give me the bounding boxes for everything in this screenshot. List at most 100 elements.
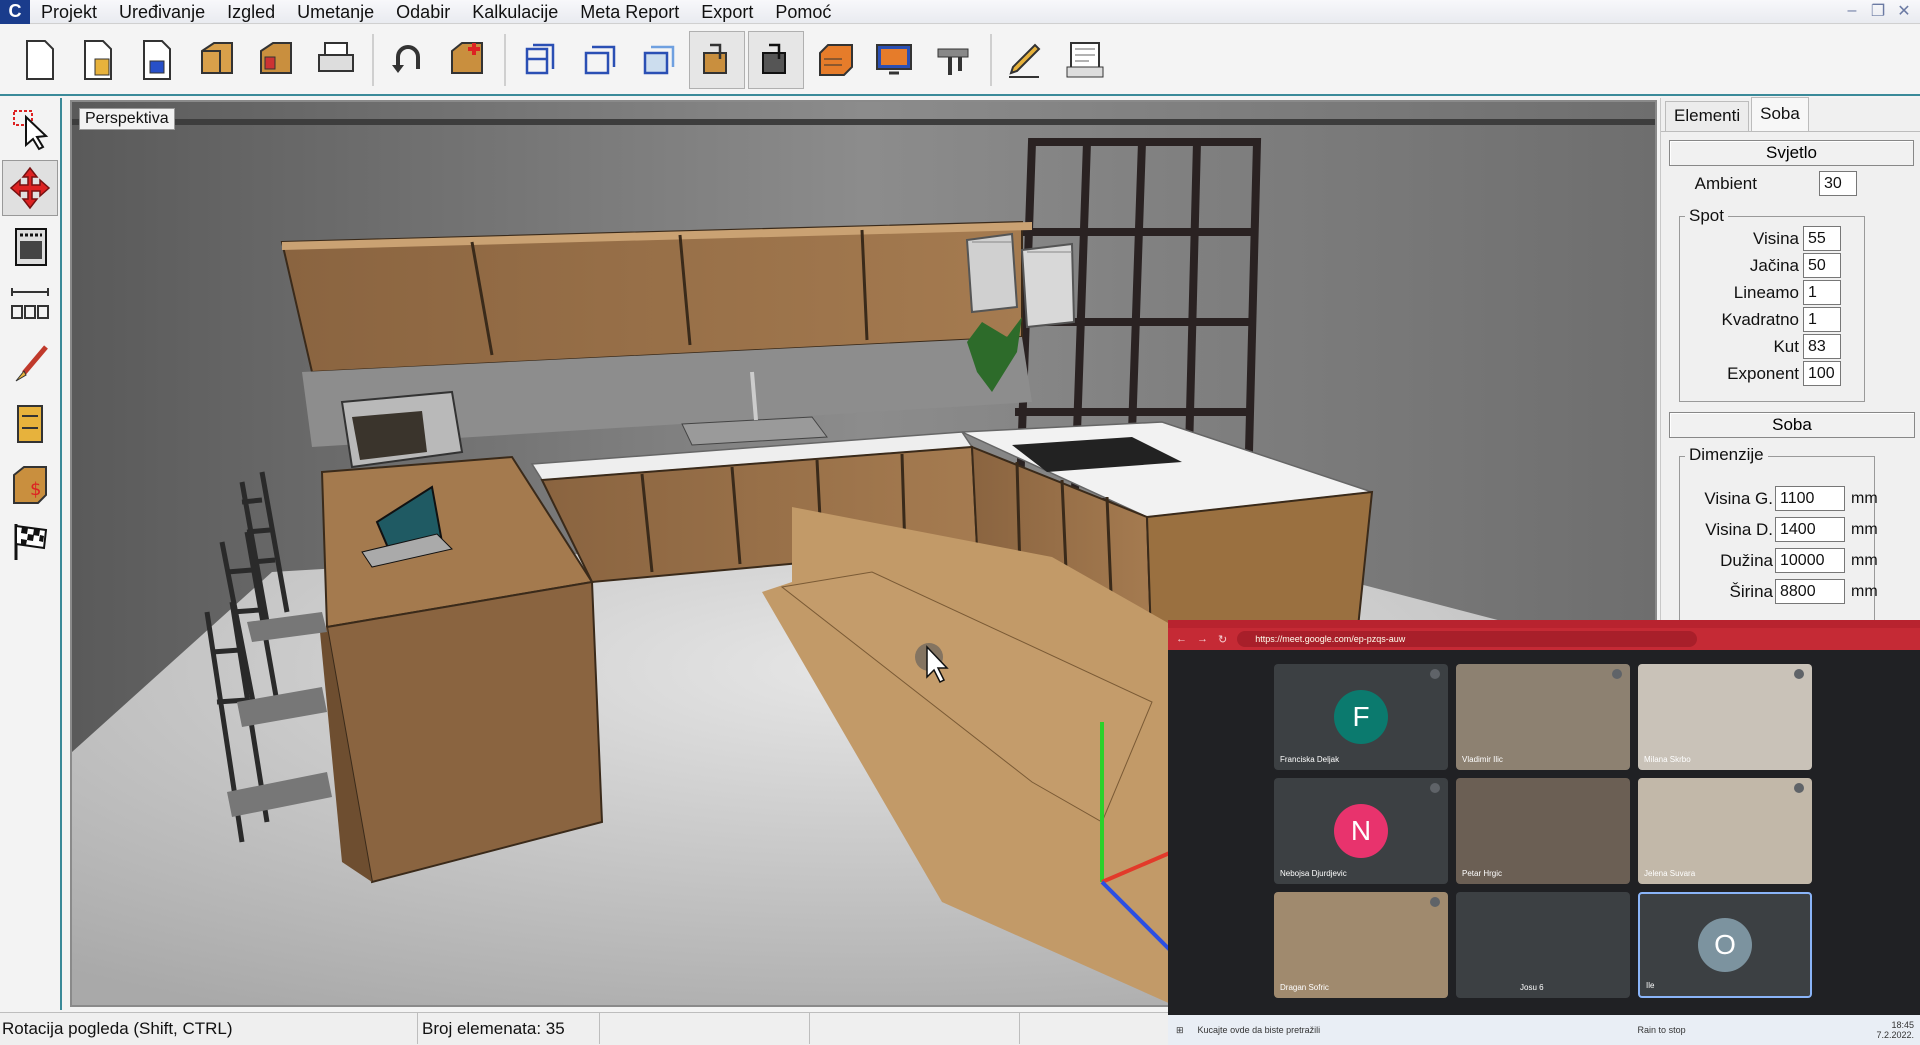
menu-umetanje[interactable]: Umetanje: [286, 0, 385, 24]
participant-tile[interactable]: Dragan Sofric: [1274, 892, 1448, 998]
menu-uredivanje[interactable]: Uređivanje: [108, 0, 216, 24]
menu-meta-report[interactable]: Meta Report: [569, 0, 690, 24]
price-box-icon[interactable]: $: [2, 455, 58, 511]
lineamo-input[interactable]: 1: [1803, 280, 1841, 305]
dimension-icon[interactable]: [2, 278, 58, 334]
kut-input[interactable]: 83: [1803, 334, 1841, 359]
tab-elementi[interactable]: Elementi: [1665, 101, 1750, 131]
open-file-icon[interactable]: [71, 31, 127, 89]
participant-tile[interactable]: Jelena Suvara: [1638, 778, 1812, 884]
ambient-input[interactable]: 30: [1819, 171, 1857, 196]
tab-soba[interactable]: Soba: [1751, 97, 1809, 131]
restore-button[interactable]: ❐: [1866, 0, 1890, 22]
view-top-icon[interactable]: [630, 31, 686, 89]
participant-name: Vladimir Ilic: [1462, 755, 1503, 764]
duzina-unit: mm: [1851, 552, 1878, 569]
minimize-button[interactable]: –: [1840, 0, 1864, 22]
mic-muted-icon: [1794, 783, 1804, 793]
visina-input[interactable]: 55: [1803, 226, 1841, 251]
avatar: F: [1334, 690, 1388, 744]
participant-name: Dragan Sofric: [1280, 983, 1329, 992]
participant-tile[interactable]: N Nebojsa Djurdjevic: [1274, 778, 1448, 884]
participant-name: Ile: [1646, 981, 1655, 990]
drawer-icon[interactable]: [807, 31, 863, 89]
view-side-icon[interactable]: [571, 31, 627, 89]
taskbar-search[interactable]: Kucajte ovde da biste pretražili: [1198, 1025, 1388, 1035]
kut-label: Kut: [1773, 337, 1799, 356]
cabinet-icon[interactable]: [189, 31, 245, 89]
visina-d-unit: mm: [1851, 521, 1878, 538]
oven-icon[interactable]: [2, 219, 58, 275]
browser-tabs: [1168, 620, 1920, 628]
sirina-label: Širina: [1729, 582, 1773, 601]
exponent-input[interactable]: 100: [1803, 361, 1841, 386]
mic-muted-icon: [1430, 897, 1440, 907]
kvadratno-input[interactable]: 1: [1803, 307, 1841, 332]
view-iso-icon[interactable]: [748, 30, 804, 89]
participant-tile[interactable]: F Franciska Deljak: [1274, 664, 1448, 770]
windows-start-icon[interactable]: ⊞: [1176, 1025, 1184, 1036]
undo-icon[interactable]: [380, 31, 436, 89]
status-hint: Rotacija pogleda (Shift, CTRL): [0, 1013, 418, 1044]
participant-tile[interactable]: O Ile: [1638, 892, 1812, 998]
tools-icon[interactable]: [925, 31, 981, 89]
view-label: Perspektiva: [79, 108, 175, 130]
mic-muted-icon: [1430, 783, 1440, 793]
edit-pen-icon[interactable]: [998, 31, 1054, 89]
paint-brush-icon[interactable]: [2, 337, 58, 393]
menu-izgled[interactable]: Izgled: [216, 0, 286, 24]
back-icon[interactable]: ←: [1176, 633, 1187, 645]
new-file-icon[interactable]: [12, 31, 68, 89]
reload-icon[interactable]: ↻: [1218, 633, 1227, 646]
clock-time: 18:45: [1891, 1020, 1914, 1030]
menu-pomoc[interactable]: Pomoć: [764, 0, 842, 24]
printer-icon[interactable]: [307, 31, 363, 89]
menu-kalkulacije[interactable]: Kalkulacije: [461, 0, 569, 24]
report-icon[interactable]: [1057, 31, 1113, 89]
drawer-list-icon[interactable]: [2, 396, 58, 452]
svjetlo-header: Svjetlo: [1669, 140, 1914, 166]
mic-muted-icon: [1612, 669, 1622, 679]
close-button[interactable]: ✕: [1892, 0, 1916, 22]
exponent-label: Exponent: [1727, 364, 1799, 383]
windows-taskbar: ⊞ Kucajte ovde da biste pretražili Rain …: [1168, 1015, 1920, 1045]
render-monitor-icon[interactable]: [866, 31, 922, 89]
menu-odabir[interactable]: Odabir: [385, 0, 461, 24]
properties-panel: Elementi Soba Svjetlo Ambient 30 Spot Vi…: [1660, 97, 1920, 628]
visina-d-label: Visina D.: [1705, 520, 1773, 539]
lineamo-label: Lineamo: [1733, 283, 1799, 302]
menu-projekt[interactable]: Projekt: [30, 0, 108, 24]
view-front-icon[interactable]: [512, 31, 568, 89]
save-file-icon[interactable]: [130, 31, 186, 89]
participant-name: Franciska Deljak: [1280, 755, 1340, 764]
select-arrow-icon[interactable]: [2, 101, 58, 157]
participant-name: Josu 6: [1520, 983, 1544, 992]
visina-g-input[interactable]: 1100: [1775, 486, 1845, 511]
jacina-input[interactable]: 50: [1803, 253, 1841, 278]
sirina-unit: mm: [1851, 583, 1878, 600]
rotate-move-icon[interactable]: [2, 160, 58, 216]
duzina-label: Dužina: [1720, 551, 1773, 570]
menu-export[interactable]: Export: [690, 0, 764, 24]
finish-flag-icon[interactable]: [2, 514, 58, 570]
participant-tile[interactable]: Josu 6: [1456, 892, 1630, 998]
cabinet-open-icon[interactable]: [248, 31, 304, 89]
clock: 18:45 7.2.2022.: [1876, 1020, 1914, 1040]
participant-tile[interactable]: Petar Hrgic: [1456, 778, 1630, 884]
view-perspective-icon[interactable]: [689, 30, 745, 89]
app-logo[interactable]: C: [0, 0, 30, 24]
forward-icon[interactable]: →: [1197, 633, 1208, 645]
url-field[interactable]: https://meet.google.com/ep-pzqs-auw: [1237, 631, 1698, 647]
sirina-input[interactable]: 8800: [1775, 579, 1845, 604]
avatar: N: [1334, 804, 1388, 858]
visina-label: Visina: [1753, 229, 1799, 248]
duzina-input[interactable]: 10000: [1775, 548, 1845, 573]
participant-name: Nebojsa Djurdjevic: [1280, 869, 1347, 878]
visina-d-input[interactable]: 1400: [1775, 517, 1845, 542]
participant-tile[interactable]: Vladimir Ilic: [1456, 664, 1630, 770]
main-toolbar: [0, 25, 1920, 96]
add-element-icon[interactable]: [439, 31, 495, 89]
status-cell-5: [1020, 1013, 1170, 1044]
weather-status: Rain to stop: [1637, 1025, 1686, 1035]
participant-tile[interactable]: Milana Skrbo: [1638, 664, 1812, 770]
